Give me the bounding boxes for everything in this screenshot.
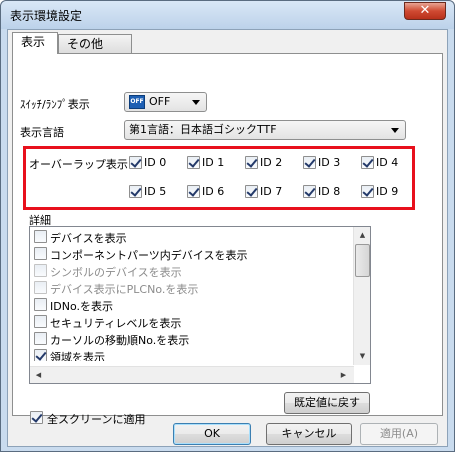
list-item: デバイス表示にPLCNo.を表示 (34, 279, 352, 296)
details-item-checkbox (34, 281, 47, 294)
overlap-id0-checkbox[interactable] (129, 156, 142, 169)
overlap-id3-label: ID 3 (318, 156, 341, 169)
details-item-label: デバイス表示にPLCNo.を表示 (50, 283, 199, 296)
list-item: シンボルのデバイスを表示 (34, 262, 352, 279)
overlap-id7-checkbox[interactable] (245, 185, 258, 198)
details-item-label: コンポーネントパーツ内デバイスを表示 (50, 249, 248, 262)
list-item[interactable]: コンポーネントパーツ内デバイスを表示 (34, 245, 352, 262)
details-item-label: 領域を表示 (50, 351, 105, 361)
chevron-down-icon (192, 100, 200, 105)
overlap-id4-label: ID 4 (376, 156, 399, 169)
close-button[interactable]: ✕ (404, 2, 446, 20)
details-item-label: シンボルのデバイスを表示 (50, 266, 182, 279)
apply-button: 適用(A) (360, 423, 438, 445)
horizontal-scrollbar[interactable]: ◀ ▶ (30, 366, 354, 383)
off-state-icon: OFF (129, 95, 145, 109)
details-item-checkbox[interactable] (34, 315, 47, 328)
details-item-checkbox (34, 264, 47, 277)
ok-button[interactable]: OK (173, 423, 251, 445)
overlap-id0-label: ID 0 (144, 156, 167, 169)
scroll-left-icon[interactable]: ◀ (31, 368, 46, 383)
tab-panel-display: ｽｲｯﾁ/ﾗﾝﾌﾟ表示 OFF OFF 表示言語 第1言語：日本語ゴシックTTF… (12, 53, 443, 426)
details-item-label: IDNo.を表示 (50, 300, 113, 313)
list-item[interactable]: 領域を表示 (34, 347, 352, 361)
details-item-label: カーソルの移動順No.を表示 (50, 334, 190, 347)
details-item-checkbox[interactable] (34, 247, 47, 260)
settings-dialog: 表示環境設定 ✕ 表示 その他 ｽｲｯﾁ/ﾗﾝﾌﾟ表示 OFF OFF 表示言語… (0, 0, 455, 452)
overlap-id2-checkbox[interactable] (245, 156, 258, 169)
chevron-down-icon (391, 128, 399, 133)
cancel-button[interactable]: キャンセル (266, 423, 352, 445)
tab-other[interactable]: その他 (58, 34, 132, 54)
overlap-id6-label: ID 6 (202, 185, 225, 198)
reset-defaults-button[interactable]: 既定値に戻す (284, 392, 370, 414)
overlap-label: オーバーラップ表示 (29, 158, 128, 171)
details-item-label: デバイスを表示 (50, 232, 127, 245)
details-item-checkbox[interactable] (34, 298, 47, 311)
overlap-id7-label: ID 7 (260, 185, 283, 198)
switch-lamp-select[interactable]: OFF OFF (124, 92, 207, 112)
overlap-id6-checkbox[interactable] (187, 185, 200, 198)
switch-lamp-value: OFF (149, 95, 171, 108)
scroll-up-icon[interactable]: ▲ (355, 228, 370, 243)
list-item[interactable]: デバイスを表示 (34, 228, 352, 245)
details-item-label: セキュリティレベルを表示 (50, 317, 182, 330)
scroll-down-icon[interactable]: ▼ (355, 349, 370, 364)
overlap-id2-label: ID 2 (260, 156, 283, 169)
overlap-id1-label: ID 1 (202, 156, 225, 169)
window-title: 表示環境設定 (10, 9, 83, 23)
overlap-id8-checkbox[interactable] (303, 185, 316, 198)
display-language-value: 第1言語：日本語ゴシックTTF (129, 123, 277, 136)
details-item-checkbox[interactable] (34, 349, 47, 361)
apply-all-checkbox[interactable] (30, 411, 43, 424)
overlap-id3-checkbox[interactable] (303, 156, 316, 169)
details-item-checkbox[interactable] (34, 332, 47, 345)
details-list: デバイスを表示 コンポーネントパーツ内デバイスを表示 シンボルのデバイスを表示 … (29, 226, 371, 384)
scroll-right-icon[interactable]: ▶ (336, 368, 351, 383)
title-bar: 表示環境設定 ✕ (1, 1, 454, 29)
overlap-id9-label: ID 9 (376, 185, 399, 198)
display-language-label: 表示言語 (20, 126, 64, 139)
overlap-id4-checkbox[interactable] (361, 156, 374, 169)
display-language-select[interactable]: 第1言語：日本語ゴシックTTF (124, 120, 406, 140)
vertical-scrollbar[interactable]: ▲ ▼ (353, 227, 370, 365)
tab-display[interactable]: 表示 (12, 32, 58, 54)
overlap-id5-label: ID 5 (144, 185, 167, 198)
overlap-id9-checkbox[interactable] (361, 185, 374, 198)
apply-all-label: 全スクリーンに適用 (47, 413, 146, 426)
scroll-thumb[interactable] (355, 244, 370, 277)
overlap-id1-checkbox[interactable] (187, 156, 200, 169)
dialog-body: 表示 その他 ｽｲｯﾁ/ﾗﾝﾌﾟ表示 OFF OFF 表示言語 第1言語：日本語… (7, 29, 448, 447)
list-item[interactable]: セキュリティレベルを表示 (34, 313, 352, 330)
list-item[interactable]: カーソルの移動順No.を表示 (34, 330, 352, 347)
list-item[interactable]: IDNo.を表示 (34, 296, 352, 313)
switch-lamp-label: ｽｲｯﾁ/ﾗﾝﾌﾟ表示 (20, 98, 90, 111)
overlap-id8-label: ID 8 (318, 185, 341, 198)
details-item-checkbox[interactable] (34, 230, 47, 243)
overlap-id5-checkbox[interactable] (129, 185, 142, 198)
